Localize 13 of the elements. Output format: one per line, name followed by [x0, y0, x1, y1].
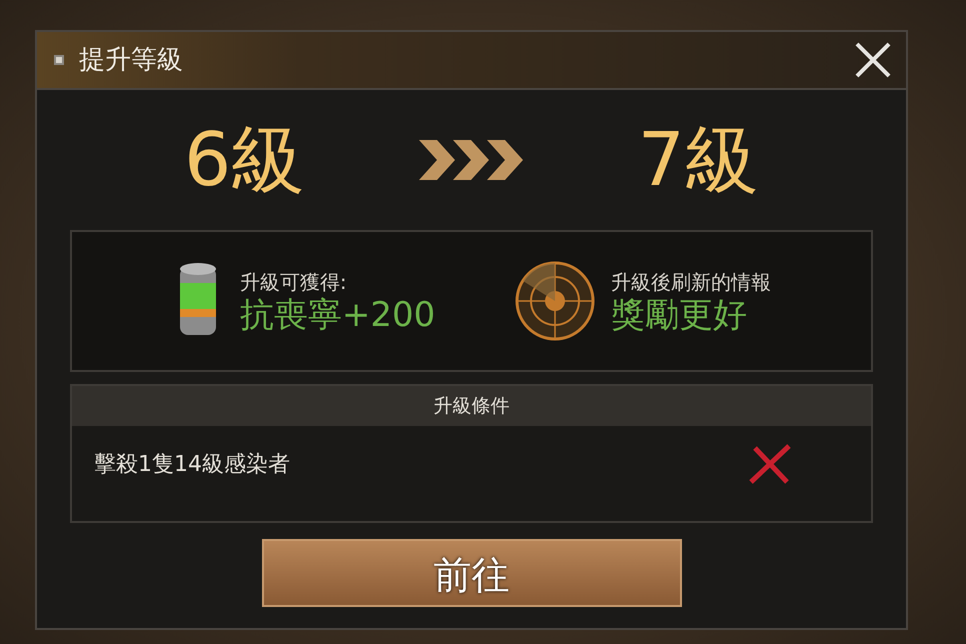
conditions-header: 升級條件 — [72, 386, 871, 426]
dialog-title: 提升等級 — [79, 44, 183, 76]
current-level: 6級 — [184, 123, 306, 197]
chevrons-icon — [419, 140, 524, 180]
radar-icon — [515, 261, 596, 341]
condition-text: 擊殺1隻14級感染者 — [94, 450, 290, 478]
reward-value: 獎勵更好 — [611, 297, 748, 335]
square-icon — [53, 54, 65, 66]
go-button[interactable]: 前往 — [262, 539, 682, 607]
reward-label: 升級後刷新的情報 — [611, 269, 772, 296]
reward-value: 抗喪寧+200 — [240, 297, 436, 335]
reward-label: 升級可獲得: — [240, 269, 348, 296]
next-level: 7級 — [638, 123, 759, 197]
